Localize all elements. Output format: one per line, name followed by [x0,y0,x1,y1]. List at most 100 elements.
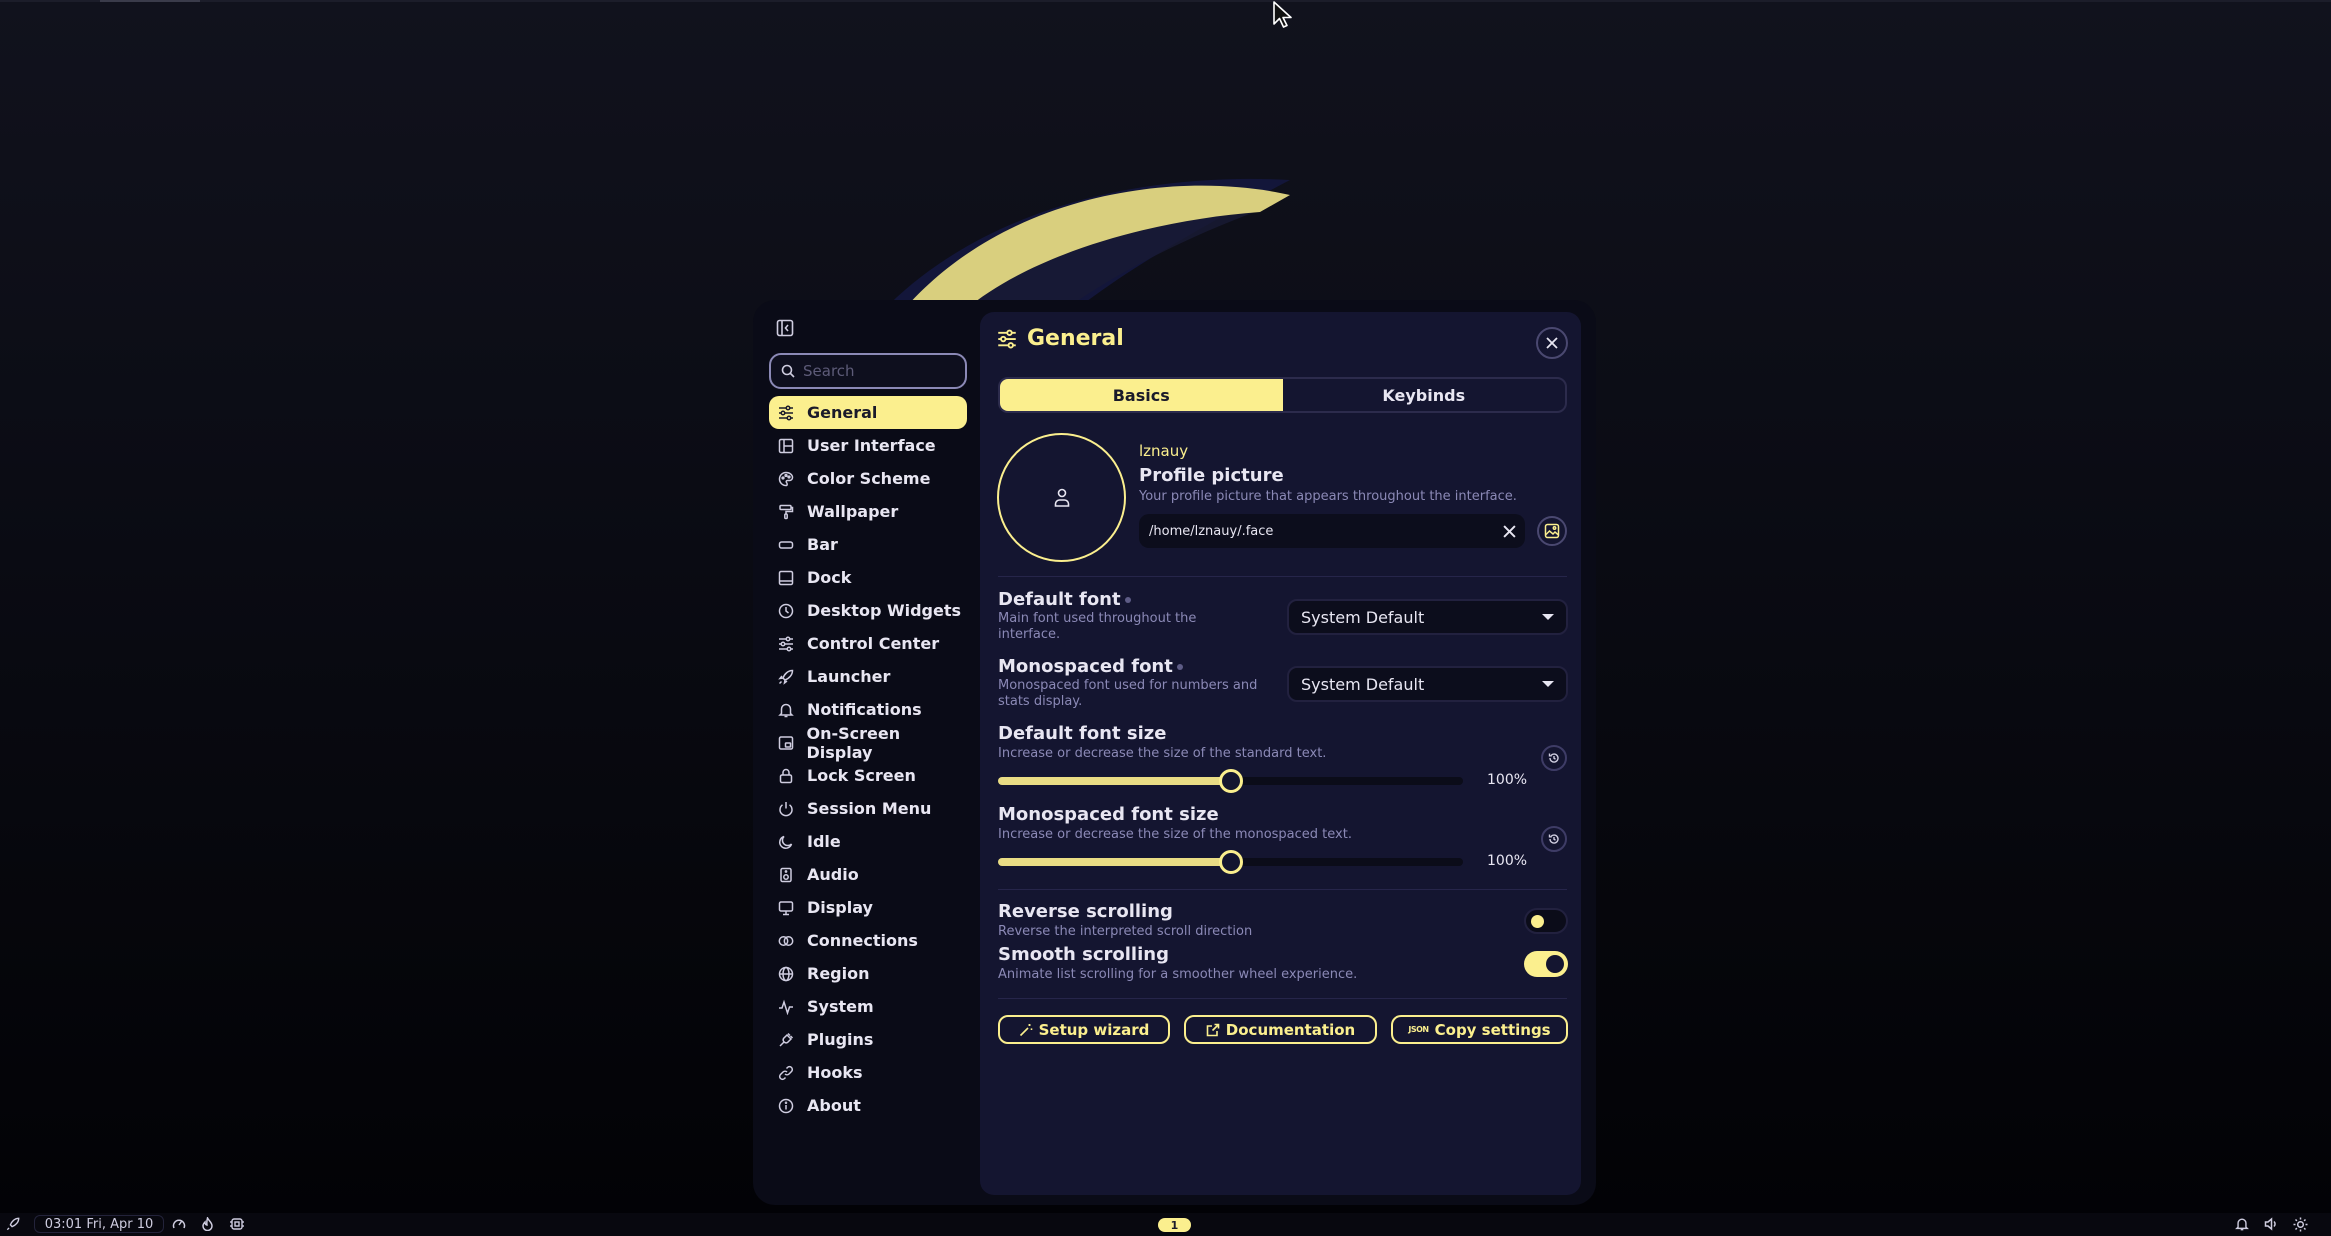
search-box[interactable] [769,353,967,389]
bar-icon [777,536,795,554]
bell-icon [777,701,795,719]
mono-font-size-value: 100% [1487,853,1528,869]
dock-icon [777,569,795,587]
reset-icon [1548,833,1560,845]
setup-wizard-button[interactable]: Setup wizard [998,1015,1170,1044]
sidebar-item-hooks[interactable]: Hooks [769,1056,967,1089]
sliders-icon [777,404,795,422]
search-icon [781,364,795,378]
documentation-button[interactable]: Documentation [1184,1015,1377,1044]
smooth-scrolling-label: Smooth scrolling [998,944,1169,965]
close-icon [1502,524,1516,538]
sidebar-item-bar[interactable]: Bar [769,528,967,561]
info-icon [777,1097,795,1115]
sidebar-item-session-menu[interactable]: Session Menu [769,792,967,825]
lock-icon [777,767,795,785]
sidebar-nav: General User Interface Color Scheme Wall… [769,396,967,1122]
bell-icon[interactable] [2235,1215,2249,1233]
sidebar-item-plugins[interactable]: Plugins [769,1023,967,1056]
volume-icon[interactable] [2264,1215,2279,1233]
default-font-select[interactable]: System Default [1287,599,1568,635]
close-button[interactable] [1536,327,1568,359]
mono-font-select[interactable]: System Default [1287,666,1568,702]
brightness-icon[interactable] [2293,1215,2308,1233]
tab-basics[interactable]: Basics [1000,379,1283,411]
sidebar-item-launcher[interactable]: Launcher [769,660,967,693]
reverse-scrolling-toggle[interactable] [1524,908,1568,934]
rocket-icon [6,1217,20,1231]
sidebar-item-connections[interactable]: Connections [769,924,967,957]
tab-keybinds[interactable]: Keybinds [1283,379,1566,411]
sidebar-item-display[interactable]: Display [769,891,967,924]
profile-path-field[interactable]: /home/lznauy/.face [1139,514,1525,548]
smooth-scrolling-toggle[interactable] [1524,951,1568,977]
toggle-knob [1531,915,1544,928]
clock-icon [777,602,795,620]
sidebar-toggle-icon[interactable] [776,319,796,339]
slider-handle[interactable] [1218,850,1243,874]
profile-picture-title: Profile picture [1139,465,1284,486]
performance-icon[interactable] [172,1215,186,1233]
default-font-size-slider[interactable] [998,769,1463,793]
rocket-icon [777,668,795,686]
divider [998,998,1567,999]
caret-down-icon [1542,614,1554,620]
sidebar-item-user-interface[interactable]: User Interface [769,429,967,462]
sidebar-item-label: Color Scheme [807,469,931,488]
reset-icon [1548,752,1560,764]
sidebar-item-label: Hooks [807,1063,863,1082]
top-edge-marker [100,0,200,2]
sidebar-item-control-center[interactable]: Control Center [769,627,967,660]
top-edge-line [0,0,2331,2]
sidebar-item-notifications[interactable]: Notifications [769,693,967,726]
sidebar-item-region[interactable]: Region [769,957,967,990]
workspace-indicator[interactable]: 1 [1158,1218,1191,1232]
osd-icon [777,734,795,752]
sidebar-item-idle[interactable]: Idle [769,825,967,858]
sidebar-item-on-screen-display[interactable]: On-Screen Display [769,724,967,762]
taskbar-clock[interactable]: 03:01 Fri, Apr 10 [34,1215,164,1233]
sidebar-item-audio[interactable]: Audio [769,858,967,891]
sidebar-item-desktop-widgets[interactable]: Desktop Widgets [769,594,967,627]
sidebar-item-label: Desktop Widgets [807,601,962,620]
sliders-icon [777,635,795,653]
search-input[interactable] [803,362,953,380]
speaker-icon [777,866,795,884]
reset-mono-font-size-button[interactable] [1541,826,1567,852]
mono-font-description: Monospaced font used for numbers and sta… [998,678,1258,709]
sidebar-item-label: Connections [807,931,918,950]
sidebar-item-label: User Interface [807,436,936,455]
cpu-icon[interactable] [229,1215,245,1233]
profile-path-value: /home/lznauy/.face [1149,523,1274,539]
mono-font-size-slider[interactable] [998,850,1463,874]
sidebar-item-about[interactable]: About [769,1089,967,1122]
flame-icon[interactable] [201,1215,214,1233]
mono-font-size-description: Increase or decrease the size of the mon… [998,827,1352,842]
sidebar-item-label: Idle [807,832,841,851]
browse-image-button[interactable] [1537,516,1567,546]
clear-path-button[interactable] [1498,520,1520,542]
mono-font-label: Monospaced font [998,656,1183,677]
sidebar-item-lock-screen[interactable]: Lock Screen [769,759,967,792]
sidebar-item-dock[interactable]: Dock [769,561,967,594]
avatar[interactable] [997,433,1126,562]
slider-fill [998,777,1231,785]
link-icon [777,932,795,950]
sidebar-item-label: Bar [807,535,838,554]
slider-handle[interactable] [1218,769,1243,793]
palette-icon [777,470,795,488]
sidebar-item-label: Control Center [807,634,940,653]
sidebar-item-wallpaper[interactable]: Wallpaper [769,495,967,528]
sidebar-item-color-scheme[interactable]: Color Scheme [769,462,967,495]
sidebar-item-label: Launcher [807,667,891,686]
caret-down-icon [1542,681,1554,687]
sidebar-item-system[interactable]: System [769,990,967,1023]
sidebar-item-general[interactable]: General [769,396,967,429]
reset-default-font-size-button[interactable] [1541,745,1567,771]
sidebar-item-label: Region [807,964,870,983]
copy-settings-button[interactable]: JSON Copy settings [1391,1015,1568,1044]
sidebar-item-label: Audio [807,865,859,884]
launcher-button[interactable] [6,1215,20,1233]
plug-icon [777,1031,795,1049]
setup-wizard-label: Setup wizard [1038,1020,1150,1039]
